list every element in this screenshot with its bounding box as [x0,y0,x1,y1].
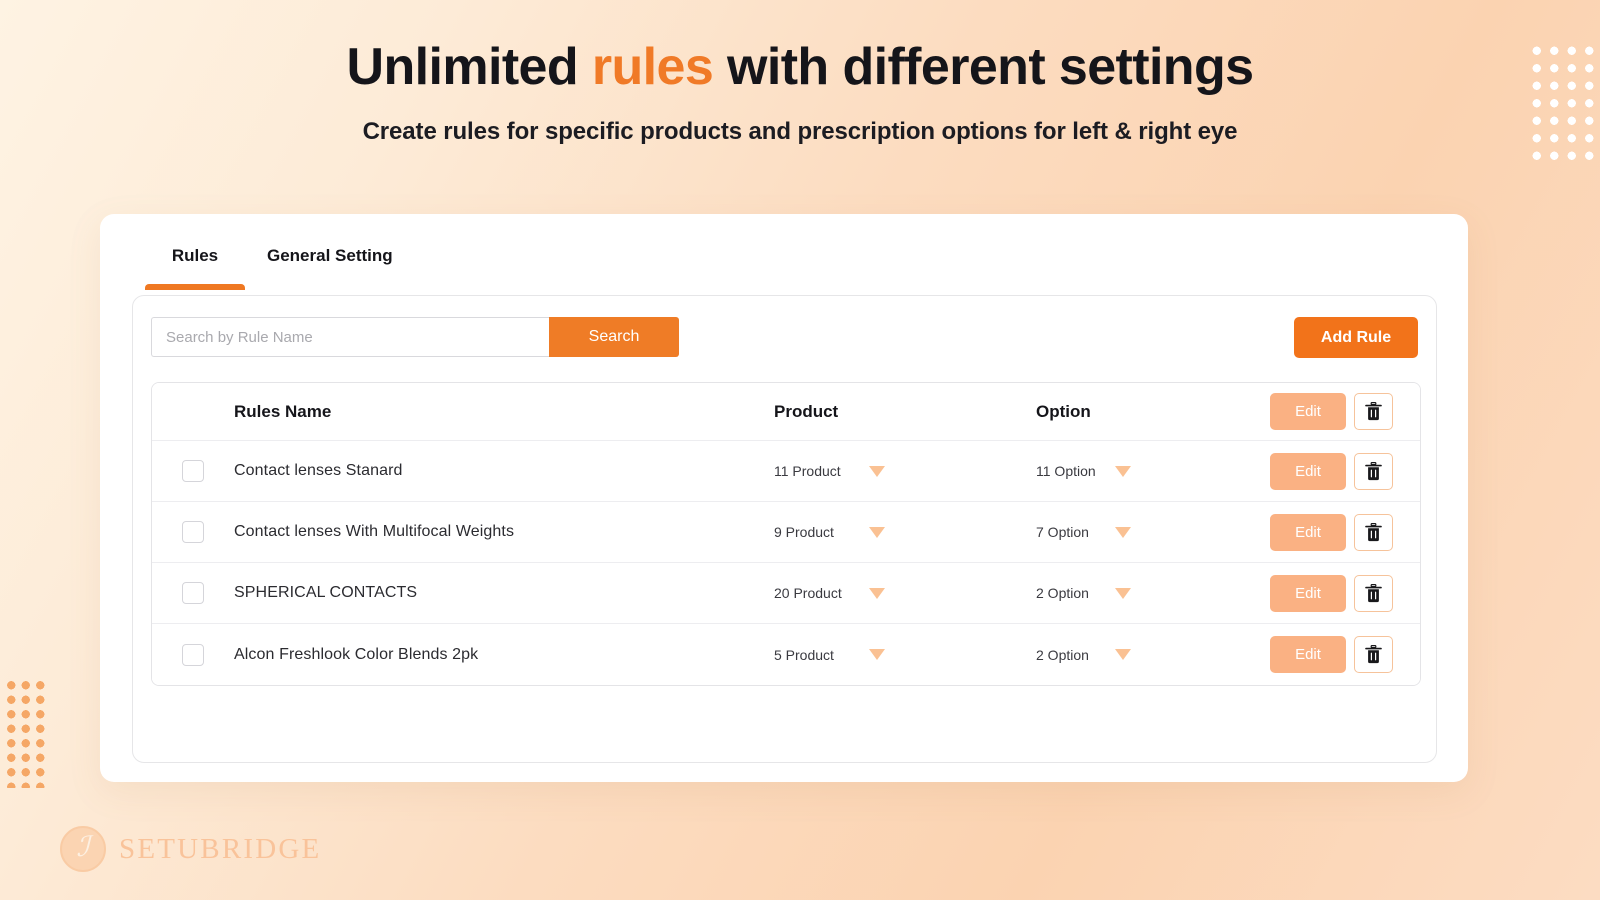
row-actions-cell: Edit [1268,453,1420,490]
row-delete-button[interactable] [1354,514,1393,551]
chevron-down-icon [869,649,885,660]
header-delete-button[interactable] [1354,393,1393,430]
search-input[interactable] [151,317,549,357]
tab-general-setting[interactable]: General Setting [267,246,393,290]
row-delete-button[interactable] [1354,636,1393,673]
row-product-cell[interactable]: 5 Product [774,647,1036,663]
chevron-down-icon [869,527,885,538]
product-count-dropdown[interactable]: 20 Product [774,585,1036,601]
page-subtitle: Create rules for specific products and p… [0,118,1600,146]
product-count-dropdown[interactable]: 5 Product [774,647,1036,663]
brand-name: SETUBRIDGE [119,833,321,866]
page-title-part2: with different settings [713,38,1253,96]
header-rules-name: Rules Name [234,402,774,422]
dot-grid-bottom-left [4,678,48,788]
row-edit-button[interactable]: Edit [1270,514,1346,551]
row-rule-name: Contact lenses With Multifocal Weights [234,523,774,541]
option-count-dropdown[interactable]: 2 Option [1036,647,1268,663]
header-option: Option [1036,402,1268,422]
chevron-down-icon [869,588,885,599]
table-header-row: Rules Name Product Option Edit [152,383,1420,441]
brand-mark-glyph: ℐ [76,834,89,862]
row-delete-button[interactable] [1354,453,1393,490]
row-edit-button[interactable]: Edit [1270,575,1346,612]
row-select-cell [152,644,234,666]
table-row: Contact lenses Stanard 11 Product 11 Opt… [152,441,1420,502]
row-actions-cell: Edit [1268,636,1420,673]
row-option-cell[interactable]: 7 Option [1036,524,1268,540]
search-bar: Search [151,317,679,357]
tab-active-indicator [145,284,245,290]
row-rule-name: Alcon Freshlook Color Blends 2pk [234,646,774,664]
row-checkbox[interactable] [182,644,204,666]
chevron-down-icon [1115,588,1131,599]
trash-icon [1365,645,1382,664]
trash-icon [1365,523,1382,542]
product-count-dropdown[interactable]: 11 Product [774,463,1036,479]
chevron-down-icon [869,466,885,477]
row-product-cell[interactable]: 20 Product [774,585,1036,601]
option-count-dropdown[interactable]: 7 Option [1036,524,1268,540]
trash-icon [1365,584,1382,603]
page-title: Unlimited rules with different settings [0,38,1600,96]
row-option-cell[interactable]: 2 Option [1036,585,1268,601]
option-count-dropdown[interactable]: 11 Option [1036,463,1268,479]
chevron-down-icon [1115,649,1131,660]
trash-icon [1365,462,1382,481]
row-select-cell [152,521,234,543]
row-actions-cell: Edit [1268,514,1420,551]
row-rule-name: Contact lenses Stanard [234,462,774,480]
row-option-cell[interactable]: 11 Option [1036,463,1268,479]
table-row: Contact lenses With Multifocal Weights 9… [152,502,1420,563]
row-checkbox[interactable] [182,521,204,543]
brand-mark-icon: ℐ [60,826,106,872]
row-edit-button[interactable]: Edit [1270,636,1346,673]
tab-general-setting-label: General Setting [267,246,393,265]
row-select-cell [152,460,234,482]
table-row: Alcon Freshlook Color Blends 2pk 5 Produ… [152,624,1420,685]
table-row: SPHERICAL CONTACTS 20 Product 2 Option E… [152,563,1420,624]
header-actions-cell: Edit [1268,393,1420,430]
trash-icon [1365,402,1382,421]
page-title-part1: Unlimited [347,38,592,96]
row-checkbox[interactable] [182,460,204,482]
row-edit-button[interactable]: Edit [1270,453,1346,490]
row-rule-name: SPHERICAL CONTACTS [234,584,774,602]
row-delete-button[interactable] [1354,575,1393,612]
header-product: Product [774,402,1036,422]
product-count-dropdown[interactable]: 9 Product [774,524,1036,540]
tab-bar: Rules General Setting [145,246,393,290]
page-title-accent: rules [592,38,713,96]
add-rule-button[interactable]: Add Rule [1294,317,1418,358]
row-option-cell[interactable]: 2 Option [1036,647,1268,663]
row-product-cell[interactable]: 9 Product [774,524,1036,540]
row-product-cell[interactable]: 11 Product [774,463,1036,479]
tab-rules[interactable]: Rules [145,246,245,290]
rules-table: Rules Name Product Option Edit [151,382,1421,686]
chevron-down-icon [1115,527,1131,538]
rules-panel: Search Add Rule Rules Name Product Optio… [132,295,1437,763]
row-actions-cell: Edit [1268,575,1420,612]
app-card: Rules General Setting Search Add Rule Ru… [100,214,1468,782]
chevron-down-icon [1115,466,1131,477]
brand-logo: ℐ SETUBRIDGE [60,826,321,872]
option-count-dropdown[interactable]: 2 Option [1036,585,1268,601]
header-edit-button[interactable]: Edit [1270,393,1346,430]
table-body: Contact lenses Stanard 11 Product 11 Opt… [152,441,1420,685]
row-select-cell [152,582,234,604]
tab-rules-label: Rules [172,246,218,265]
row-checkbox[interactable] [182,582,204,604]
search-button[interactable]: Search [549,317,679,357]
